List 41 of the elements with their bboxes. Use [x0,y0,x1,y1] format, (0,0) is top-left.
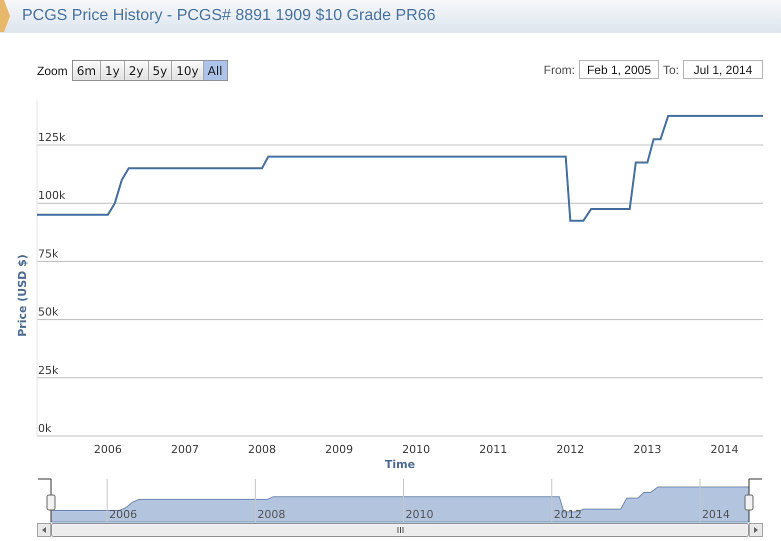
right-range-handle[interactable] [744,478,754,522]
x-tick-label: 2014 [710,443,738,456]
scroll-left-button[interactable] [37,523,51,537]
to-label: To: [662,62,679,76]
navigator-year-label: 2010 [406,508,434,521]
zoom-button[interactable]: 5y [148,61,172,80]
y-axis-title: Price (USD $) [16,254,29,337]
scrollbar-thumb[interactable] [51,523,749,537]
y-tick-label: 75k [38,247,58,260]
page-title: PCGS Price History - PCGS# 8891 1909 $10 Grade PR66 [22,7,436,25]
zoom-button[interactable]: 1y [101,61,125,80]
navigator-year-label: 2006 [109,508,138,521]
zoom-label: Zoom [37,64,68,78]
x-tick-label: 2010 [402,443,430,456]
y-tick-label: 100k [38,189,66,202]
x-tick-label: 2006 [94,443,122,456]
navigator-year-label: 2014 [702,508,730,521]
y-tick-label: 0k [38,422,52,435]
x-tick-label: 2012 [556,443,584,456]
from-date-field[interactable]: Feb 1, 2005 [578,60,659,79]
scroll-right-button[interactable] [749,523,763,537]
x-tick-label: 2009 [325,443,354,456]
zoom-button[interactable]: 6m [72,61,102,80]
navigator-year-label: 2008 [257,508,286,521]
zoom-button[interactable]: 10y [172,61,204,80]
navigator-year-label: 2012 [554,508,582,521]
from-label: From: [544,62,575,76]
arrow-icon [0,0,10,32]
x-tick-label: 2007 [170,443,199,456]
y-tick-label: 125k [38,131,66,144]
x-tick-label: 2008 [248,443,276,456]
y-tick-label: 25k [38,364,58,377]
zoom-button[interactable]: 2y [124,61,149,80]
left-range-handle[interactable] [46,478,56,522]
grip-icon [398,526,404,534]
y-tick-label: 50k [38,306,58,319]
to-date-field[interactable]: Jul 1, 2014 [683,60,763,79]
x-tick-label: 2011 [479,443,508,456]
x-axis-title: Time [384,458,416,471]
zoom-button[interactable]: All [204,61,227,80]
x-tick-label: 2013 [633,443,662,456]
